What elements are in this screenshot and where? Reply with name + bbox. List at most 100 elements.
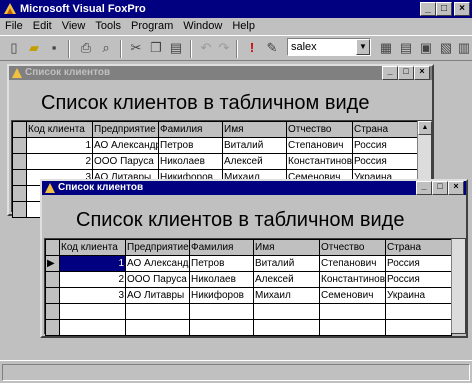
table-cell[interactable] bbox=[125, 303, 190, 320]
redo-icon[interactable]: ↷ bbox=[214, 38, 234, 58]
menu-file[interactable]: File bbox=[0, 18, 28, 35]
table-cell[interactable] bbox=[385, 319, 452, 336]
table-cell[interactable] bbox=[253, 319, 320, 336]
table-cell[interactable]: Виталий bbox=[253, 255, 320, 272]
record-selector[interactable] bbox=[12, 201, 27, 218]
table-cell[interactable]: Степанович bbox=[319, 255, 386, 272]
cut-icon[interactable]: ✂ bbox=[126, 38, 146, 58]
menu-window[interactable]: Window bbox=[178, 18, 227, 35]
help-icon[interactable]: ▥ bbox=[454, 38, 472, 58]
table-cell[interactable]: АО Литавры bbox=[125, 287, 190, 304]
report-icon[interactable]: ▧ bbox=[436, 38, 456, 58]
menu-help[interactable]: Help bbox=[227, 18, 260, 35]
paste-icon[interactable]: ▤ bbox=[166, 38, 186, 58]
table-cell[interactable] bbox=[319, 303, 386, 320]
run-icon[interactable]: ! bbox=[242, 38, 262, 58]
back-window-title-bar[interactable]: Список клиентов _ □ × bbox=[9, 66, 432, 80]
column-header[interactable]: Код клиента bbox=[26, 121, 93, 138]
record-selector[interactable] bbox=[45, 303, 60, 320]
table-cell[interactable]: Степанович bbox=[286, 137, 353, 154]
record-selector[interactable] bbox=[45, 271, 60, 288]
undo-icon[interactable]: ↶ bbox=[196, 38, 216, 58]
table-cell[interactable] bbox=[253, 303, 320, 320]
table-cell[interactable] bbox=[319, 319, 386, 336]
table-cell[interactable]: Константинович bbox=[286, 153, 353, 170]
new-file-icon[interactable]: ▯ bbox=[4, 38, 24, 58]
column-header[interactable]: Код клиента bbox=[59, 239, 126, 256]
scroll-up-icon[interactable]: ▲ bbox=[418, 121, 432, 135]
table-cell[interactable]: 2 bbox=[26, 153, 93, 170]
table-cell[interactable] bbox=[189, 319, 254, 336]
print-icon[interactable]: ⎙ bbox=[76, 38, 96, 58]
table-cell[interactable]: Михаил bbox=[253, 287, 320, 304]
menu-tools[interactable]: Tools bbox=[90, 18, 126, 35]
print-preview-icon[interactable]: ⌕ bbox=[96, 38, 116, 58]
table-cell[interactable]: Россия bbox=[385, 255, 452, 272]
chevron-down-icon[interactable]: ▼ bbox=[356, 39, 370, 55]
table-cell[interactable] bbox=[59, 319, 126, 336]
table-cell[interactable]: Семенович bbox=[319, 287, 386, 304]
record-selector[interactable] bbox=[45, 319, 60, 336]
table-cell[interactable] bbox=[125, 319, 190, 336]
record-selector[interactable]: ▶ bbox=[45, 255, 60, 272]
command-window-icon[interactable]: ▦ bbox=[376, 38, 396, 58]
column-header[interactable]: Имя bbox=[222, 121, 287, 138]
front-close-button[interactable]: × bbox=[448, 181, 464, 195]
table-cell[interactable]: Россия bbox=[352, 153, 418, 170]
table-cell[interactable] bbox=[189, 303, 254, 320]
record-selector[interactable] bbox=[12, 153, 27, 170]
front-window[interactable]: Список клиентов _ □ × Список клиентов в … bbox=[40, 179, 468, 338]
table-cell[interactable] bbox=[385, 303, 452, 320]
table-cell[interactable]: 1 bbox=[26, 137, 93, 154]
copy-icon[interactable]: ❐ bbox=[146, 38, 166, 58]
data-session-icon[interactable]: ▤ bbox=[396, 38, 416, 58]
table-cell[interactable]: 3 bbox=[59, 287, 126, 304]
table-cell[interactable]: Алексей bbox=[222, 153, 287, 170]
close-button[interactable]: × bbox=[454, 2, 470, 16]
menu-view[interactable]: View bbox=[57, 18, 91, 35]
minimize-button[interactable]: _ bbox=[420, 2, 436, 16]
front-window-title-bar[interactable]: Список клиентов _ □ × bbox=[42, 181, 466, 195]
front-maximize-button[interactable]: □ bbox=[432, 181, 448, 195]
back-close-button[interactable]: × bbox=[414, 66, 430, 80]
front-vertical-scrollbar[interactable] bbox=[451, 239, 465, 333]
table-row[interactable]: 3 АО Литавры Никифоров Михаил Семенович Украи… bbox=[45, 287, 452, 304]
column-header[interactable]: Предприятие bbox=[92, 121, 159, 138]
table-cell[interactable]: АО Александр bbox=[92, 137, 159, 154]
record-selector[interactable] bbox=[12, 137, 27, 154]
column-header[interactable]: Страна bbox=[352, 121, 418, 138]
record-selector[interactable] bbox=[45, 287, 60, 304]
front-minimize-button[interactable]: _ bbox=[416, 181, 432, 195]
table-cell[interactable]: Петров bbox=[158, 137, 223, 154]
table-cell[interactable]: 1 bbox=[59, 255, 126, 272]
column-header[interactable]: Фамилия bbox=[189, 239, 254, 256]
table-row[interactable]: ▶ 1 АО Александр Петров Виталий Степанович Рос… bbox=[45, 255, 452, 272]
modify-form-icon[interactable]: ✎ bbox=[262, 38, 282, 58]
table-row[interactable] bbox=[45, 319, 452, 336]
column-header[interactable]: Имя bbox=[253, 239, 320, 256]
table-cell[interactable]: Николаев bbox=[189, 271, 254, 288]
table-cell[interactable]: Алексей bbox=[253, 271, 320, 288]
table-cell[interactable]: Виталий bbox=[222, 137, 287, 154]
table-cell[interactable]: Константинович bbox=[319, 271, 386, 288]
table-cell[interactable]: Петров bbox=[189, 255, 254, 272]
column-header[interactable]: Отчество bbox=[319, 239, 386, 256]
back-maximize-button[interactable]: □ bbox=[398, 66, 414, 80]
table-cell[interactable]: ООО Паруса bbox=[92, 153, 159, 170]
table-cell[interactable] bbox=[59, 303, 126, 320]
table-cell[interactable]: Николаев bbox=[158, 153, 223, 170]
table-cell[interactable]: Россия bbox=[385, 271, 452, 288]
table-cell[interactable]: Россия bbox=[352, 137, 418, 154]
table-row[interactable]: 2ООО ПарусаНиколаевАлексейКонстантинович… bbox=[12, 153, 418, 170]
table-cell[interactable]: Украина bbox=[385, 287, 452, 304]
table-row[interactable]: 2ООО ПарусаНиколаевАлексейКонстантинович… bbox=[45, 271, 452, 288]
column-header[interactable]: Отчество bbox=[286, 121, 353, 138]
record-selector[interactable] bbox=[12, 185, 27, 202]
table-row[interactable]: 1 АО Александр Петров Виталий Степанович Росс… bbox=[12, 137, 418, 154]
table-cell[interactable]: Никифоров bbox=[189, 287, 254, 304]
save-icon[interactable]: ▪ bbox=[44, 38, 64, 58]
column-header[interactable]: Предприятие bbox=[125, 239, 190, 256]
table-cell[interactable]: ООО Паруса bbox=[125, 271, 190, 288]
form-wizard-icon[interactable]: ▣ bbox=[416, 38, 436, 58]
table-cell[interactable]: АО Александр bbox=[125, 255, 190, 272]
